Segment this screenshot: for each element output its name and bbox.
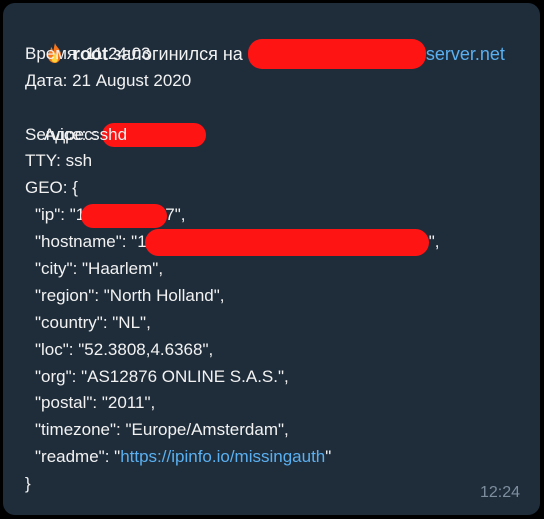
geo-ip-line: "ip": "17", (25, 202, 540, 229)
geo-country-line: "country": "NL", (35, 312, 151, 332)
message-timestamp: 12:24 (479, 484, 520, 501)
readme-key: "readme": " (35, 447, 121, 467)
tty-line: TTY: ssh (25, 151, 93, 171)
readme-link[interactable]: https://ipinfo.io/missingauth (120, 447, 325, 466)
geo-postal-line: "postal": "2011", (35, 393, 156, 413)
geo-city-line: "city": "Haarlem", (35, 259, 164, 279)
geo-loc-line: "loc": "52.3808,4.6368", (35, 339, 214, 359)
geo-org-line: "org": "AS12876 ONLINE S.A.S.", (35, 366, 289, 386)
message-bubble[interactable]: root залогинился на server.net Время: 11… (3, 3, 540, 515)
readme-suffix: " (325, 447, 332, 467)
service-line: Service: sshd (25, 124, 128, 144)
redacted-hostname (144, 229, 429, 257)
geo-timezone-line: "timezone": "Europe/Amsterdam", (35, 420, 289, 440)
geo-close-line: } (25, 474, 31, 494)
geo-hostname-line: "hostname": "1 ", (25, 229, 540, 257)
ip-key: "ip": " (35, 205, 76, 225)
date-line: Дата: 21 August 2020 (25, 70, 192, 90)
time-line: Время: 11:24:03 (25, 43, 151, 63)
geo-open-line: GEO: { (25, 178, 78, 198)
hostname-key: "hostname": " (35, 232, 138, 252)
address-line: Адрес: (25, 95, 540, 148)
ip-suffix: ", (174, 205, 186, 225)
message-header: root залогинился на server.net (25, 14, 540, 69)
geo-region-line: "region": "North Holland", (35, 285, 225, 305)
hostname-suffix: ", (428, 232, 440, 252)
geo-readme-line: "readme": "https://ipinfo.io/missingauth… (25, 444, 540, 471)
redacted-ip (81, 203, 168, 228)
